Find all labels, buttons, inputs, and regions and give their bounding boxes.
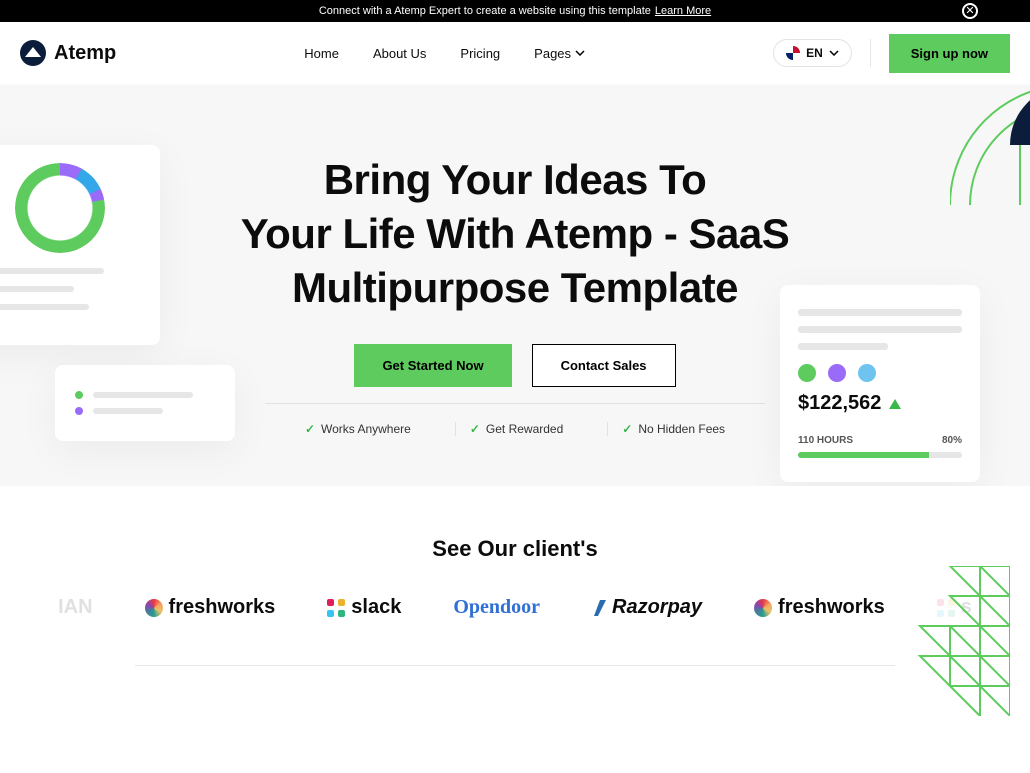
client-logos: IAN freshworks slack Opendoor Razorpay f… xyxy=(0,596,1030,619)
decorative-arc-icon xyxy=(950,85,1030,205)
client-logo: Razorpay xyxy=(592,596,702,619)
trend-up-icon xyxy=(889,399,901,409)
flag-icon xyxy=(786,46,800,60)
contact-sales-button[interactable]: Contact Sales xyxy=(532,344,676,387)
brand-name: Atemp xyxy=(54,42,116,65)
language-code: EN xyxy=(806,46,823,60)
divider xyxy=(135,665,895,666)
language-selector[interactable]: EN xyxy=(773,39,852,67)
feature-item: ✓Get Rewarded xyxy=(455,422,577,436)
chevron-down-icon xyxy=(575,50,585,56)
get-started-button[interactable]: Get Started Now xyxy=(354,344,511,387)
nav-home[interactable]: Home xyxy=(304,46,339,61)
hero-section: Bring Your Ideas To Your Life With Atemp… xyxy=(0,85,1030,486)
check-icon: ✓ xyxy=(622,422,632,436)
client-logo: slack xyxy=(327,596,401,619)
check-icon: ✓ xyxy=(305,422,315,436)
decorative-chart-card xyxy=(0,145,160,345)
stat-hours: 110 HOURS xyxy=(798,435,853,446)
announcement-link[interactable]: Learn More xyxy=(655,5,711,17)
client-logo: freshworks xyxy=(145,596,276,619)
slack-icon xyxy=(327,599,345,617)
divider xyxy=(870,39,871,67)
decorative-triangles-icon xyxy=(910,566,1010,716)
clients-heading: See Our client's xyxy=(0,536,1030,562)
razorpay-icon xyxy=(592,600,606,616)
feature-row: ✓Works Anywhere ✓Get Rewarded ✓No Hidden… xyxy=(265,403,765,436)
client-logo: Opendoor xyxy=(453,596,540,619)
progress-bar xyxy=(798,452,962,458)
brand-logo[interactable]: Atemp xyxy=(20,40,116,66)
freshworks-icon xyxy=(145,599,163,617)
stat-amount: $122,562 xyxy=(798,392,881,415)
stat-card: $122,562 110 HOURS 80% xyxy=(780,285,980,482)
announcement-bar: Connect with a Atemp Expert to create a … xyxy=(0,0,1030,22)
clients-section: See Our client's IAN freshworks slack Op… xyxy=(0,486,1030,726)
nav-pages[interactable]: Pages xyxy=(534,46,585,61)
client-logo: freshworks xyxy=(754,596,885,619)
feature-item: ✓Works Anywhere xyxy=(291,422,425,436)
freshworks-icon xyxy=(754,599,772,617)
feature-item: ✓No Hidden Fees xyxy=(607,422,739,436)
logo-icon xyxy=(20,40,46,66)
nav-about[interactable]: About Us xyxy=(373,46,426,61)
primary-nav: Home About Us Pricing Pages xyxy=(116,46,773,61)
close-icon[interactable]: ✕ xyxy=(962,3,978,19)
signup-button[interactable]: Sign up now xyxy=(889,34,1010,73)
check-icon: ✓ xyxy=(470,422,480,436)
decorative-list-card xyxy=(55,365,235,441)
stat-percent: 80% xyxy=(942,435,962,446)
donut-chart-icon xyxy=(15,163,105,253)
chevron-down-icon xyxy=(829,50,839,56)
client-logo: IAN xyxy=(58,596,92,619)
site-header: Atemp Home About Us Pricing Pages EN Sig… xyxy=(0,22,1030,85)
announcement-text: Connect with a Atemp Expert to create a … xyxy=(319,5,651,17)
nav-pricing[interactable]: Pricing xyxy=(460,46,500,61)
